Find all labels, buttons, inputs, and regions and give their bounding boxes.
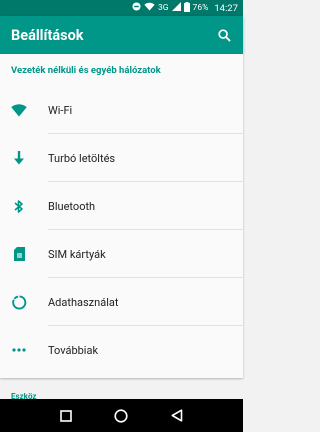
data-usage-icon	[11, 294, 27, 310]
setting-label: Bluetooth	[48, 199, 96, 213]
recents-icon[interactable]	[54, 404, 78, 428]
setting-turbo-download[interactable]: Turbó letöltés	[0, 134, 243, 182]
setting-label: Adathasználat	[48, 295, 119, 309]
back-icon[interactable]	[165, 404, 189, 428]
setting-sim-cards[interactable]: SIM kártyák	[0, 230, 243, 278]
setting-label: SIM kártyák	[48, 247, 106, 261]
setting-label: Továbbiak	[48, 343, 99, 357]
setting-label: Turbó letöltés	[48, 151, 116, 165]
setting-more[interactable]: Továbbiak	[0, 326, 243, 374]
page-title: Beállítások	[11, 26, 84, 44]
bluetooth-icon	[11, 198, 27, 214]
navigation-bar	[0, 399, 243, 432]
wifi-icon	[11, 102, 27, 118]
battery-percent: 76%	[192, 3, 209, 13]
battery-icon	[183, 1, 190, 15]
clock: 14:27	[214, 2, 238, 14]
sim-card-icon	[11, 246, 27, 262]
status-bar: 3G 76% 14:27	[0, 0, 243, 16]
signal-icon	[171, 2, 181, 14]
search-icon[interactable]	[209, 20, 239, 50]
setting-data-usage[interactable]: Adathasználat	[0, 278, 243, 326]
home-icon[interactable]	[109, 404, 133, 428]
app-bar: Beállítások	[0, 16, 243, 54]
setting-bluetooth[interactable]: Bluetooth	[0, 182, 243, 230]
setting-label: Wi-Fi	[48, 103, 73, 117]
section-header: Vezeték nélküli és egyéb hálózatok	[11, 65, 161, 76]
download-arrow-icon	[11, 150, 27, 166]
wifi-status-icon	[144, 2, 155, 14]
setting-wifi[interactable]: Wi-Fi	[0, 86, 243, 134]
settings-card: Vezeték nélküli és egyéb hálózatok Wi-Fi…	[0, 54, 243, 378]
more-dots-icon	[11, 342, 27, 358]
network-type: 3G	[157, 3, 169, 13]
dnd-icon	[132, 2, 141, 14]
